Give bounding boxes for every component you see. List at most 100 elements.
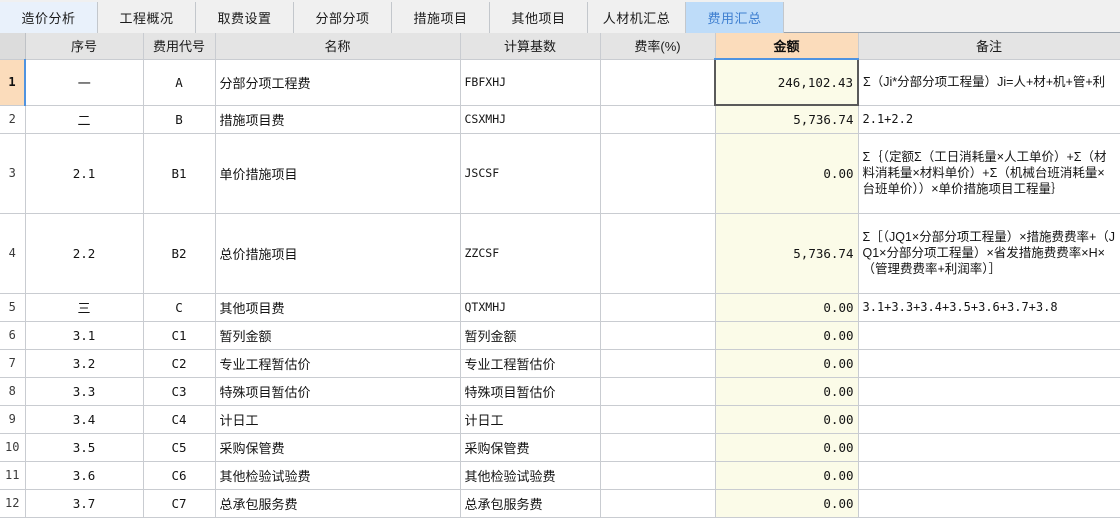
row-number-cell[interactable]: 4 <box>0 213 26 294</box>
tab-3[interactable]: 取费设置 <box>196 2 294 33</box>
cell-code[interactable]: C5 <box>143 433 216 462</box>
cell-name[interactable]: 单价措施项目 <box>215 133 461 214</box>
cell-name[interactable]: 采购保管费 <box>215 433 461 462</box>
cell-amount[interactable]: 0.00 <box>715 133 859 214</box>
cell-base[interactable]: 暂列金额 <box>460 321 601 350</box>
cell-code[interactable]: B1 <box>143 133 216 214</box>
table-row[interactable]: 1 一 A 分部分项工程费 FBFXHJ 246,102.43 Σ（Ji*分部分项工程量）J… <box>0 58 1120 106</box>
table-row[interactable]: 9 3.4 C4 计日工 计日工 0.00 <box>0 405 1120 434</box>
cell-code[interactable]: C7 <box>143 489 216 518</box>
cell-code[interactable]: C1 <box>143 321 216 350</box>
cell-rate[interactable] <box>600 213 716 294</box>
cell-base[interactable]: 采购保管费 <box>460 433 601 462</box>
cell-seq[interactable]: 3.3 <box>25 377 144 406</box>
cell-remark[interactable]: Σ（Ji*分部分项工程量）Ji=人+材+机+管+利 <box>858 59 1120 106</box>
tab-8[interactable]: 费用汇总 <box>686 2 784 33</box>
cell-remark[interactable] <box>858 321 1120 350</box>
cell-base[interactable]: 计日工 <box>460 405 601 434</box>
cell-remark[interactable] <box>858 461 1120 490</box>
row-number-cell[interactable]: 2 <box>0 105 26 134</box>
cell-seq[interactable]: 3.4 <box>25 405 144 434</box>
table-row[interactable]: 6 3.1 C1 暂列金额 暂列金额 0.00 <box>0 321 1120 350</box>
cell-amount[interactable]: 0.00 <box>715 461 859 490</box>
cell-rate[interactable] <box>600 105 716 134</box>
row-number-cell[interactable]: 10 <box>0 433 26 462</box>
cell-code[interactable]: B2 <box>143 213 216 294</box>
cell-seq[interactable]: 一 <box>25 59 144 106</box>
cell-rate[interactable] <box>600 489 716 518</box>
cell-seq[interactable]: 2.1 <box>25 133 144 214</box>
table-row[interactable]: 12 3.7 C7 总承包服务费 总承包服务费 0.00 <box>0 489 1120 518</box>
cell-seq[interactable]: 2.2 <box>25 213 144 294</box>
cell-amount[interactable]: 0.00 <box>715 433 859 462</box>
tab-1[interactable]: 造价分析 <box>0 2 98 33</box>
cell-amount[interactable]: 0.00 <box>715 293 859 322</box>
column-header-base[interactable]: 计算基数 <box>460 33 601 60</box>
cell-amount[interactable]: 0.00 <box>715 489 859 518</box>
tab-2[interactable]: 工程概况 <box>98 2 196 33</box>
row-number-cell[interactable]: 12 <box>0 489 26 518</box>
tab-4[interactable]: 分部分项 <box>294 2 392 33</box>
cell-name[interactable]: 其他项目费 <box>215 293 461 322</box>
cell-remark[interactable]: 2.1+2.2 <box>858 105 1120 134</box>
cell-name[interactable]: 分部分项工程费 <box>215 59 461 106</box>
cell-rate[interactable] <box>600 349 716 378</box>
row-number-cell[interactable]: 1 <box>0 59 26 106</box>
cell-name[interactable]: 总价措施项目 <box>215 213 461 294</box>
table-row[interactable]: 3 2.1 B1 单价措施项目 JSCSF 0.00 Σ｛（定额Σ（工日消耗量×人工单价）+… <box>0 133 1120 214</box>
column-header-code[interactable]: 费用代号 <box>143 33 216 60</box>
column-header-name[interactable]: 名称 <box>215 33 461 60</box>
table-row[interactable]: 5 三 C 其他项目费 QTXMHJ 0.00 3.1+3.3+3.4+3.5+3.6+3.… <box>0 293 1120 322</box>
cell-name[interactable]: 特殊项目暂估价 <box>215 377 461 406</box>
cell-rate[interactable] <box>600 433 716 462</box>
row-number-cell[interactable]: 11 <box>0 461 26 490</box>
column-header-seq[interactable]: 序号 <box>25 33 144 60</box>
cell-seq[interactable]: 3.7 <box>25 489 144 518</box>
cell-seq[interactable]: 3.2 <box>25 349 144 378</box>
cell-name[interactable]: 其他检验试验费 <box>215 461 461 490</box>
tab-5[interactable]: 措施项目 <box>392 2 490 33</box>
cell-amount[interactable]: 0.00 <box>715 405 859 434</box>
cell-name[interactable]: 计日工 <box>215 405 461 434</box>
cell-seq[interactable]: 3.6 <box>25 461 144 490</box>
table-row[interactable]: 11 3.6 C6 其他检验试验费 其他检验试验费 0.00 <box>0 461 1120 490</box>
cell-base[interactable]: JSCSF <box>460 133 601 214</box>
table-row[interactable]: 10 3.5 C5 采购保管费 采购保管费 0.00 <box>0 433 1120 462</box>
cell-base[interactable]: ZZCSF <box>460 213 601 294</box>
row-number-cell[interactable]: 7 <box>0 349 26 378</box>
cell-amount[interactable]: 5,736.74 <box>715 105 859 134</box>
cell-amount[interactable]: 0.00 <box>715 377 859 406</box>
cell-remark[interactable]: Σ｛（定额Σ（工日消耗量×人工单价）+Σ（材料消耗量×材料单价）+Σ（机械台班消… <box>858 133 1120 214</box>
cell-code[interactable]: C6 <box>143 461 216 490</box>
row-number-cell[interactable]: 3 <box>0 133 26 214</box>
cell-rate[interactable] <box>600 405 716 434</box>
tab-6[interactable]: 其他项目 <box>490 2 588 33</box>
fee-summary-grid[interactable]: 序号 费用代号 名称 计算基数 费率(%) 金额 备注 1 一 A 分部分项工程费 FB… <box>0 33 1120 519</box>
cell-amount[interactable]: 246,102.43 <box>714 58 859 106</box>
cell-remark[interactable] <box>858 349 1120 378</box>
table-row[interactable]: 2 二 B 措施项目费 CSXMHJ 5,736.74 2.1+2.2 <box>0 105 1120 134</box>
cell-name[interactable]: 总承包服务费 <box>215 489 461 518</box>
cell-code[interactable]: A <box>143 59 216 106</box>
cell-seq[interactable]: 三 <box>25 293 144 322</box>
cell-rate[interactable] <box>600 293 716 322</box>
cell-remark[interactable] <box>858 405 1120 434</box>
cell-base[interactable]: 专业工程暂估价 <box>460 349 601 378</box>
cell-rate[interactable] <box>600 377 716 406</box>
table-row[interactable]: 7 3.2 C2 专业工程暂估价 专业工程暂估价 0.00 <box>0 349 1120 378</box>
cell-code[interactable]: C2 <box>143 349 216 378</box>
cell-remark[interactable]: 3.1+3.3+3.4+3.5+3.6+3.7+3.8 <box>858 293 1120 322</box>
cell-name[interactable]: 专业工程暂估价 <box>215 349 461 378</box>
row-number-cell[interactable]: 9 <box>0 405 26 434</box>
cell-remark[interactable]: Σ［（JQ1×分部分项工程量）×措施费费率+（JQ1×分部分项工程量）×省发措施… <box>858 213 1120 294</box>
cell-rate[interactable] <box>600 59 716 106</box>
cell-seq[interactable]: 3.5 <box>25 433 144 462</box>
cell-amount[interactable]: 5,736.74 <box>715 213 859 294</box>
cell-seq[interactable]: 3.1 <box>25 321 144 350</box>
cell-rate[interactable] <box>600 321 716 350</box>
row-number-cell[interactable]: 6 <box>0 321 26 350</box>
cell-name[interactable]: 措施项目费 <box>215 105 461 134</box>
cell-code[interactable]: C3 <box>143 377 216 406</box>
cell-base[interactable]: FBFXHJ <box>460 59 601 106</box>
cell-code[interactable]: B <box>143 105 216 134</box>
